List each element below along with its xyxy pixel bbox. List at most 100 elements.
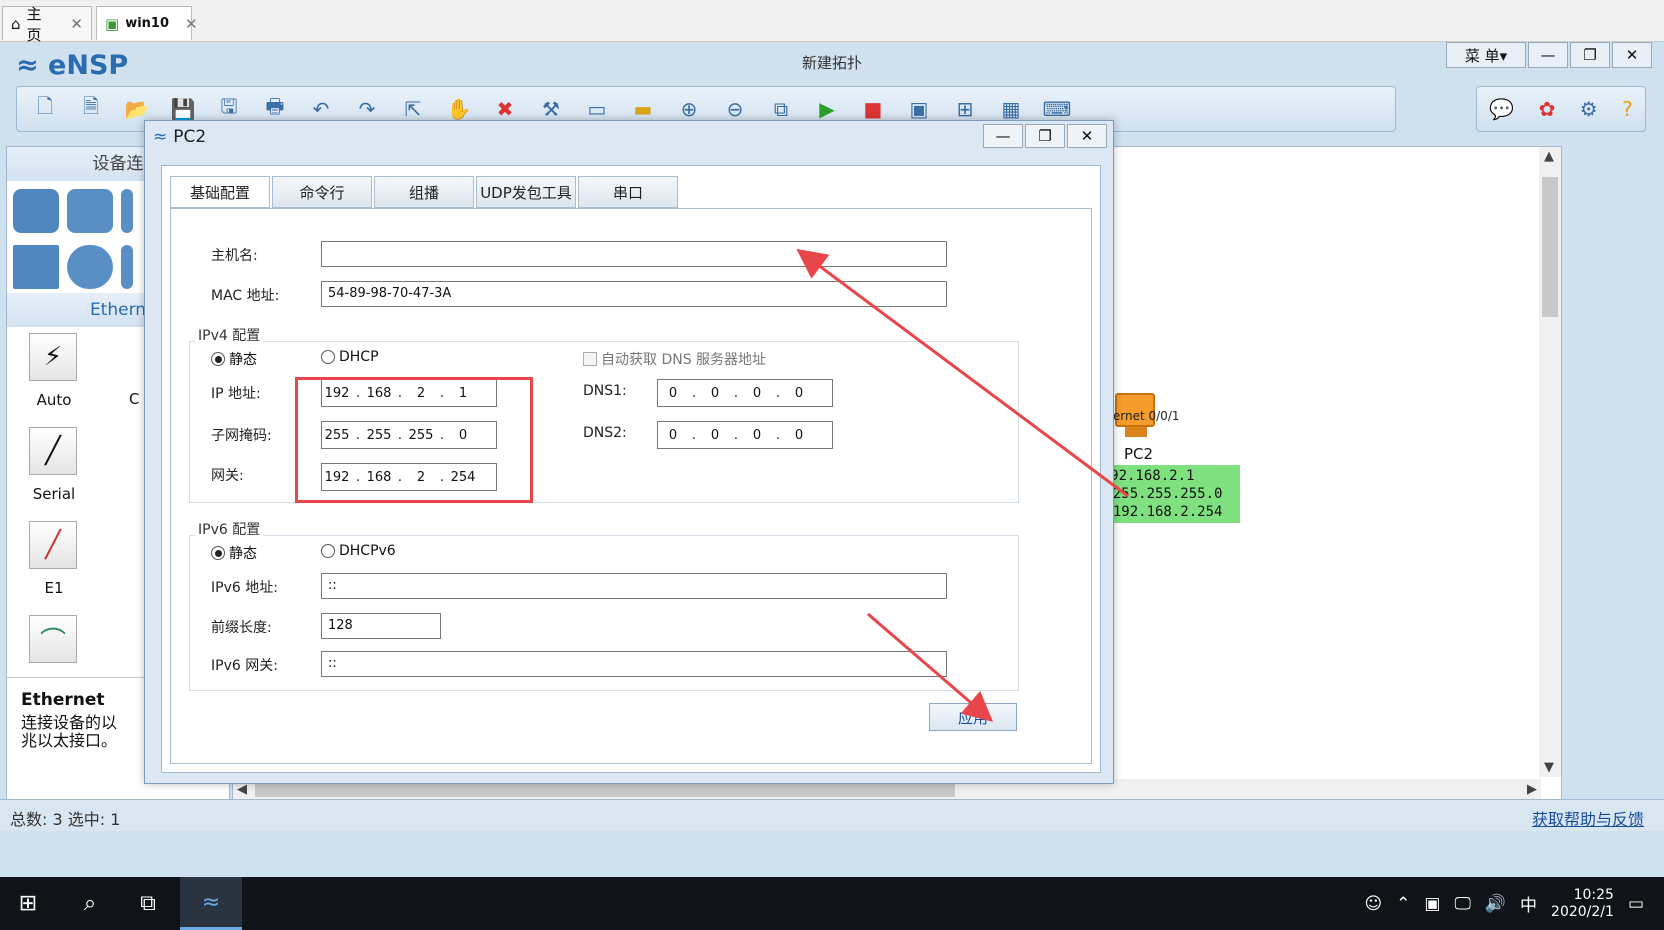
tab-multicast[interactable]: 组播 [374, 176, 474, 208]
ensp-taskbar-icon[interactable]: ≈ [180, 877, 242, 930]
scroll-down-icon[interactable]: ▼ [1544, 760, 1554, 775]
hostname-label: 主机名: [211, 248, 258, 264]
host-tab-label: win10 [125, 16, 169, 31]
cable-pos[interactable]: ⌒ [29, 615, 79, 663]
vm-icon: ▣ [105, 14, 120, 33]
tab-basic-config[interactable]: 基础配置 [170, 176, 270, 208]
close-button[interactable]: ✕ [1612, 42, 1652, 68]
close-icon[interactable]: ✕ [185, 15, 198, 33]
help-icon[interactable]: ? [1622, 97, 1633, 121]
menu-button[interactable]: 菜 单▾ [1446, 42, 1526, 68]
dialog-minimize-button[interactable]: — [983, 124, 1023, 148]
new-topology-icon[interactable]: 🗋 [23, 91, 67, 127]
dns1-label: DNS1: [583, 383, 627, 399]
pc-icon[interactable] [13, 245, 59, 289]
ipv4-static-radio[interactable]: 静态 [211, 349, 257, 369]
scroll-up-icon[interactable]: ▲ [1544, 149, 1554, 164]
cloud-icon[interactable] [67, 245, 113, 289]
firewall-icon[interactable] [121, 245, 133, 289]
cable-auto[interactable]: ⚡ Auto [29, 333, 79, 409]
hostname-input[interactable] [321, 241, 947, 267]
mac-input[interactable]: 54-89-98-70-47-3A [321, 281, 947, 307]
cable-label: Auto [36, 391, 72, 409]
system-tray: ☺ ⌃ ▣ 🖵 🔊 中 10:25 2020/2/1 ▭ [1364, 877, 1664, 930]
gateway-label: 网关: [211, 468, 244, 484]
ipv6-static-radio[interactable]: 静态 [211, 543, 257, 563]
status-counts: 总数: 3 选中: 1 [10, 810, 121, 829]
scroll-thumb[interactable] [1542, 177, 1558, 317]
ipv6-gateway-input[interactable]: :: [321, 651, 947, 677]
people-icon[interactable]: ☺ [1364, 894, 1382, 914]
mac-label: MAC 地址: [211, 288, 280, 304]
prefix-length-input[interactable]: 128 [321, 613, 441, 639]
scroll-left-icon[interactable]: ◀ [237, 782, 247, 797]
radio-selected-icon [211, 352, 225, 366]
router-icon[interactable] [13, 189, 59, 233]
tab-udp-tool[interactable]: UDP发包工具 [476, 176, 576, 208]
notification-icon[interactable]: ▭ [1628, 894, 1644, 914]
dns2-label: DNS2: [583, 425, 627, 441]
clock-date: 2020/2/1 [1551, 903, 1614, 920]
help-feedback-link[interactable]: 获取帮助与反馈 [1532, 806, 1644, 830]
tab-serial[interactable]: 串口 [578, 176, 678, 208]
cable-e1[interactable]: ╱ E1 [29, 521, 79, 597]
chat-icon[interactable]: 💬 [1489, 97, 1514, 121]
host-tab-bar: ⌂ 主页 ✕ ▣ win10 ✕ [0, 0, 1664, 44]
ipv4-dhcp-radio[interactable]: DHCP [321, 349, 379, 365]
ensp-icon: ≈ [153, 127, 168, 147]
clock-time: 10:25 [1573, 886, 1614, 903]
ipv6-gateway-label: IPv6 网关: [211, 658, 278, 674]
radio-unselected-icon [321, 350, 335, 364]
app-title-bar: ≈ eNSP 新建拓扑 菜 单▾ — ❐ ✕ [0, 42, 1664, 82]
scroll-thumb[interactable] [255, 783, 955, 797]
windows-start-icon[interactable]: ⊞ [0, 877, 56, 930]
minimize-button[interactable]: — [1528, 42, 1568, 68]
tab-command-line[interactable]: 命令行 [272, 176, 372, 208]
basic-config-panel: 主机名: MAC 地址: 54-89-98-70-47-3A IPv4 配置 静… [170, 208, 1092, 764]
mask-label: 子网掩码: [211, 428, 272, 444]
dns2-input[interactable]: 0. 0. 0. 0 [657, 421, 833, 449]
host-tab-home[interactable]: ⌂ 主页 ✕ [2, 5, 92, 44]
gear-icon[interactable]: ⚙ [1580, 97, 1598, 121]
cable-label-partial: C [129, 390, 140, 408]
host-tab-win10[interactable]: ▣ win10 ✕ [96, 6, 198, 40]
wireless-icon[interactable] [121, 189, 133, 233]
close-icon[interactable]: ✕ [70, 15, 83, 33]
clock[interactable]: 10:25 2020/2/1 [1551, 887, 1614, 921]
switch-icon[interactable] [67, 189, 113, 233]
cable-label: Serial [32, 485, 76, 503]
search-icon[interactable]: ⌕ [62, 877, 118, 930]
network-icon[interactable]: 🖵 [1454, 894, 1470, 914]
auto-cable-icon: ⚡ [29, 333, 77, 381]
radio-selected-icon [211, 546, 225, 560]
auto-dns-checkbox[interactable]: 自动获取 DNS 服务器地址 [583, 349, 766, 369]
huawei-icon[interactable]: ✿ [1539, 97, 1556, 121]
restore-button[interactable]: ❐ [1570, 42, 1610, 68]
dialog-body: 基础配置 命令行 组播 UDP发包工具 串口 主机名: MAC 地址: 54-8… [161, 165, 1101, 773]
dialog-tabs: 基础配置 命令行 组播 UDP发包工具 串口 [170, 176, 678, 208]
security-icon[interactable]: ▣ [1424, 894, 1440, 914]
new-example-icon[interactable]: 🗎 [69, 91, 113, 127]
highlight-box [295, 377, 533, 503]
scroll-right-icon[interactable]: ▶ [1527, 782, 1537, 797]
apply-button[interactable]: 应用 [929, 703, 1017, 731]
vertical-scrollbar[interactable]: ▲ ▼ [1539, 147, 1561, 777]
dns1-input[interactable]: 0. 0. 0. 0 [657, 379, 833, 407]
dialog-restore-button[interactable]: ❐ [1025, 124, 1065, 148]
radio-unselected-icon [321, 544, 335, 558]
status-bar: 总数: 3 选中: 1 获取帮助与反馈 [0, 799, 1664, 831]
right-toolbar: 💬 ✿ ⚙ ? [1476, 86, 1646, 132]
volume-icon[interactable]: 🔊 [1485, 894, 1506, 914]
task-view-icon[interactable]: ⧉ [120, 877, 176, 930]
ipv6-address-label: IPv6 地址: [211, 580, 278, 596]
cable-serial[interactable]: ╱ Serial [29, 427, 79, 503]
ime-indicator[interactable]: 中 [1520, 891, 1537, 916]
radio-label: DHCPv6 [339, 543, 396, 559]
chevron-up-icon[interactable]: ⌃ [1396, 894, 1410, 914]
ipv6-address-input[interactable]: :: [321, 573, 947, 599]
ipv6-dhcpv6-radio[interactable]: DHCPv6 [321, 543, 396, 559]
radio-label: 静态 [229, 352, 257, 368]
dialog-close-button[interactable]: ✕ [1067, 124, 1107, 148]
ipv4-group-title: IPv4 配置 [195, 325, 264, 345]
ip-label: IP 地址: [211, 386, 261, 402]
